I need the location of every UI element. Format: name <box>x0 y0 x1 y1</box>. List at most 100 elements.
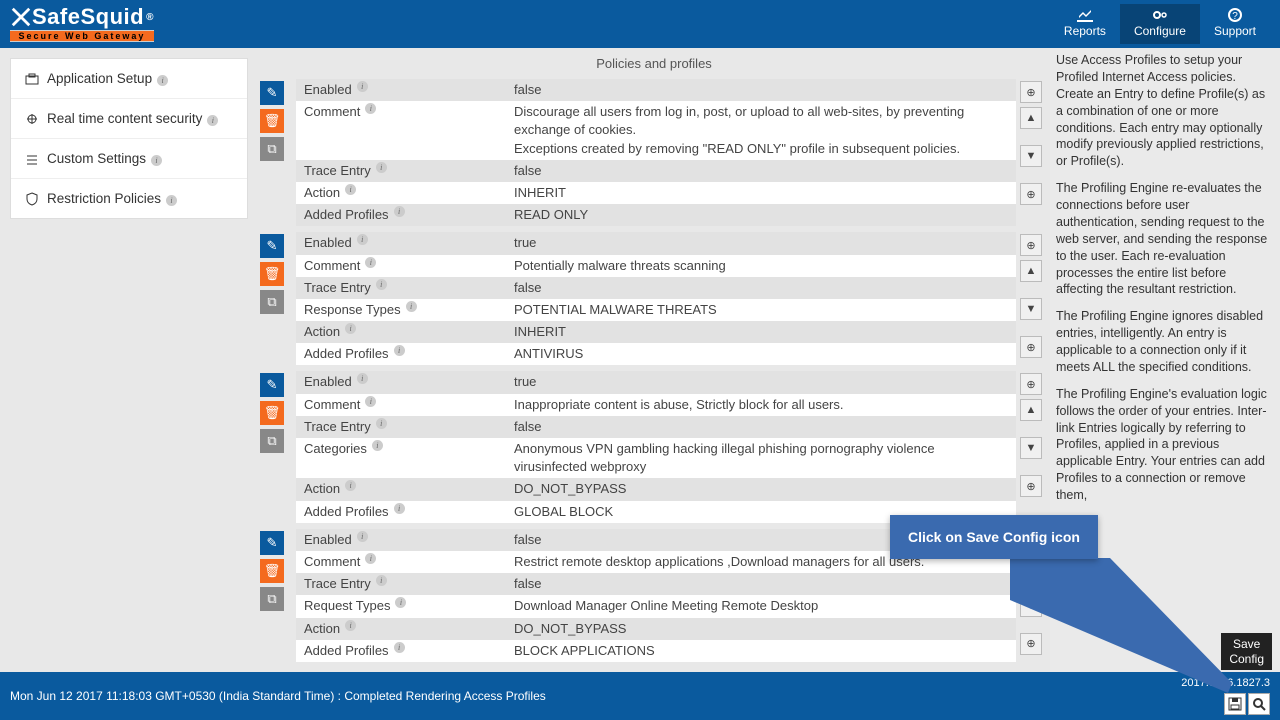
info-icon <box>152 71 168 86</box>
rule-row: Trace Entryfalse <box>296 160 1016 182</box>
rule-key: Added Profiles <box>300 641 510 661</box>
rule-row: Added ProfilesBLOCK APPLICATIONS <box>296 640 1016 662</box>
edit-button[interactable]: ✎ <box>260 81 284 105</box>
move-down-button[interactable]: ▼ <box>1020 298 1042 320</box>
gears-icon <box>1152 8 1168 22</box>
edit-button[interactable]: ✎ <box>260 234 284 258</box>
search-button[interactable] <box>1248 693 1270 715</box>
shield-icon <box>25 192 39 206</box>
chart-icon <box>1077 8 1093 22</box>
help-text: The Profiling Engine ignores disabled en… <box>1056 308 1274 376</box>
rule-value: Discourage all users from log in, post, … <box>510 102 1012 159</box>
rule-row: Added ProfilesANTIVIRUS <box>296 343 1016 365</box>
save-config-tooltip: SaveConfig <box>1221 633 1272 670</box>
rule-key: Enabled <box>300 530 510 550</box>
help-text: The Profiling Engine re-evaluates the co… <box>1056 180 1274 298</box>
delete-button[interactable]: 🗑 <box>260 559 284 583</box>
sidebar-item-custom-settings[interactable]: Custom Settings <box>11 139 247 179</box>
rule-value: READ ONLY <box>510 205 1012 225</box>
rule-key: Comment <box>300 395 510 415</box>
help-text: The Profiling Engine's evaluation logic … <box>1056 386 1274 504</box>
rule-value: true <box>510 233 1012 253</box>
rule-key: Trace Entry <box>300 161 510 181</box>
delete-button[interactable]: 🗑 <box>260 262 284 286</box>
sidebar-item-restriction-policies[interactable]: Restriction Policies <box>11 179 247 218</box>
rule-row: Enabledfalse <box>296 79 1016 101</box>
sidebar-item-realtime-security[interactable]: Real time content security <box>11 99 247 139</box>
rule-row: Enabledtrue <box>296 232 1016 254</box>
edit-button[interactable]: ✎ <box>260 531 284 555</box>
rules-list: ✎🗑⧉EnabledfalseCommentDiscourage all use… <box>258 79 1050 672</box>
rule-row: Trace Entryfalse <box>296 277 1016 299</box>
copy-button[interactable]: ⧉ <box>260 290 284 314</box>
move-up-button[interactable]: ▲ <box>1020 557 1042 579</box>
rule-key: Enabled <box>300 80 510 100</box>
move-top-button[interactable]: ⊕ <box>1020 373 1042 395</box>
move-up-button[interactable]: ▲ <box>1020 107 1042 129</box>
save-config-button[interactable] <box>1224 693 1246 715</box>
rule-key: Action <box>300 479 510 499</box>
move-bottom-button[interactable]: ⊕ <box>1020 336 1042 358</box>
sidebar-item-application-setup[interactable]: Application Setup <box>11 59 247 99</box>
rule-key: Request Types <box>300 596 510 616</box>
rule-value: Download Manager Online Meeting Remote D… <box>510 596 1012 616</box>
move-down-button[interactable]: ▼ <box>1020 437 1042 459</box>
rule-row: Response TypesPOTENTIAL MALWARE THREATS <box>296 299 1016 321</box>
nav-support[interactable]: ? Support <box>1200 4 1270 44</box>
copy-button[interactable]: ⧉ <box>260 429 284 453</box>
rule-value: BLOCK APPLICATIONS <box>510 641 1012 661</box>
delete-button[interactable]: 🗑 <box>260 109 284 133</box>
rule-key: Comment <box>300 552 510 572</box>
rule-key: Action <box>300 183 510 203</box>
move-down-button[interactable]: ▼ <box>1020 145 1042 167</box>
move-down-button[interactable]: ▼ <box>1020 595 1042 617</box>
main: Application Setup Real time content secu… <box>0 48 1280 672</box>
rule-block: ✎ 🗑 ⧉ EnabledtrueCommentInappropriate conte… <box>260 371 1048 522</box>
rule-row: Added ProfilesREAD ONLY <box>296 204 1016 226</box>
move-bottom-button[interactable]: ⊕ <box>1020 633 1042 655</box>
nav-configure[interactable]: Configure <box>1120 4 1200 44</box>
delete-button[interactable]: 🗑 <box>260 401 284 425</box>
rule-value: false <box>510 80 1012 100</box>
move-up-button[interactable]: ▲ <box>1020 399 1042 421</box>
copy-button[interactable]: ⧉ <box>260 137 284 161</box>
logo-icon <box>10 6 32 28</box>
rule-row: CommentPotentially malware threats scann… <box>296 255 1016 277</box>
bug-icon <box>25 112 39 126</box>
move-bottom-button[interactable]: ⊕ <box>1020 183 1042 205</box>
help-panel: Use Access Profiles to setup your Profil… <box>1050 48 1280 672</box>
rule-value: true <box>510 372 1012 392</box>
copy-button[interactable]: ⧉ <box>260 587 284 611</box>
help-text: Use Access Profiles to setup your Profil… <box>1056 52 1274 170</box>
topbar: SafeSquid® Secure Web Gateway Reports Co… <box>0 0 1280 48</box>
move-top-button[interactable]: ⊕ <box>1020 81 1042 103</box>
rule-value: Anonymous VPN gambling hacking illegal p… <box>510 439 1012 477</box>
rule-row: Enabledtrue <box>296 371 1016 393</box>
info-icon <box>202 111 218 126</box>
rule-key: Added Profiles <box>300 205 510 225</box>
rule-value: DO_NOT_BYPASS <box>510 479 1012 499</box>
rule-key: Response Types <box>300 300 510 320</box>
footer: Mon Jun 12 2017 11:18:03 GMT+0530 (India… <box>0 672 1280 720</box>
rule-value: false <box>510 278 1012 298</box>
nav-reports[interactable]: Reports <box>1050 4 1120 44</box>
rule-key: Action <box>300 322 510 342</box>
rule-key: Categories <box>300 439 510 477</box>
rule-key: Trace Entry <box>300 278 510 298</box>
rule-block: ✎ 🗑 ⧉ EnabledtrueCommentPotentially malware… <box>260 232 1048 365</box>
rule-value: Potentially malware threats scanning <box>510 256 1012 276</box>
rule-key: Enabled <box>300 372 510 392</box>
page-title: Policies and profiles <box>258 48 1050 79</box>
rule-value: false <box>510 417 1012 437</box>
rule-key: Added Profiles <box>300 344 510 364</box>
rule-value: INHERIT <box>510 183 1012 203</box>
move-top-button[interactable]: ⊕ <box>1020 234 1042 256</box>
rule-value: Inappropriate content is abuse, Strictly… <box>510 395 1012 415</box>
svg-text:?: ? <box>1232 11 1238 22</box>
rule-row: Trace Entryfalse <box>296 573 1016 595</box>
move-up-button[interactable]: ▲ <box>1020 260 1042 282</box>
edit-button[interactable]: ✎ <box>260 373 284 397</box>
help-icon: ? <box>1227 8 1243 22</box>
info-icon <box>146 151 162 166</box>
move-bottom-button[interactable]: ⊕ <box>1020 475 1042 497</box>
